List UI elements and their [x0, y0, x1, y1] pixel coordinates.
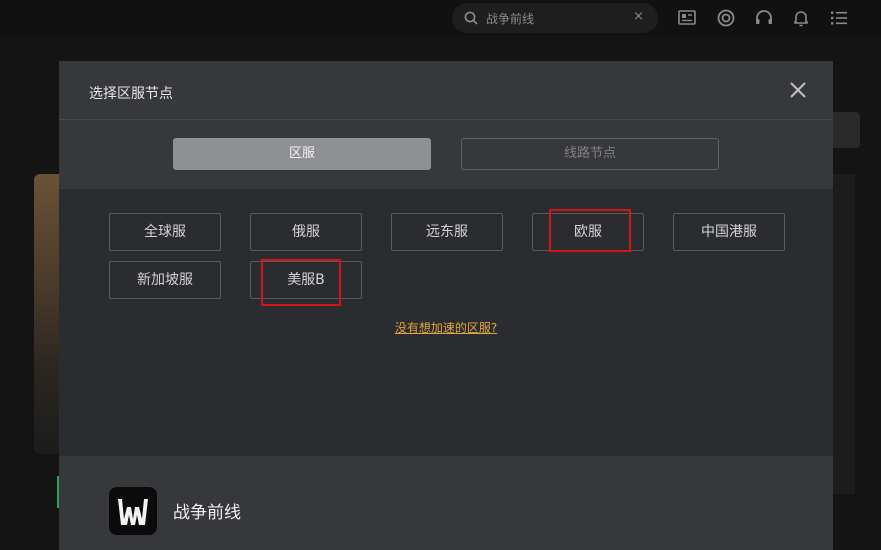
dialog-header: 选择区服节点 [59, 61, 833, 120]
headset-icon[interactable] [754, 8, 774, 28]
region-singapore-button[interactable]: 新加坡服 [109, 261, 221, 299]
region-europe-button[interactable]: 欧服 [532, 213, 644, 251]
region-select-dialog: 选择区服节点 区服 线路节点 全球服 俄服 远东服 欧服 中国港服 新加坡服 美… [59, 61, 833, 550]
menu-icon[interactable] [829, 8, 849, 28]
search-input[interactable]: 战争前线 [486, 10, 534, 27]
game-info-bar: 战争前线 [59, 456, 833, 550]
region-global-button[interactable]: 全球服 [109, 213, 221, 251]
background-panel [833, 174, 855, 494]
region-russia-button[interactable]: 俄服 [250, 213, 362, 251]
game-controller-icon[interactable] [716, 8, 736, 28]
game-logo-icon [118, 499, 148, 525]
region-us-b-button[interactable]: 美服B [250, 261, 362, 299]
clear-search-button[interactable]: × [633, 9, 644, 24]
close-icon[interactable] [789, 81, 807, 99]
tab-region[interactable]: 区服 [173, 138, 431, 170]
dialog-title: 选择区服节点 [89, 86, 173, 102]
tab-route-node[interactable]: 线路节点 [461, 138, 719, 170]
search-icon [464, 11, 478, 25]
background-button [830, 112, 860, 148]
game-logo [109, 487, 157, 535]
missing-region-link[interactable]: 没有想加速的区服? [59, 319, 833, 336]
region-list-panel: 全球服 俄服 远东服 欧服 中国港服 新加坡服 美服B 没有想加速的区服? [59, 189, 833, 456]
search-box[interactable]: 战争前线 × [452, 3, 658, 33]
game-name: 战争前线 [173, 503, 241, 523]
region-far-east-button[interactable]: 远东服 [391, 213, 503, 251]
top-bar: 战争前线 × [0, 0, 881, 36]
bell-icon[interactable] [791, 8, 811, 28]
news-icon[interactable] [677, 8, 697, 28]
region-hong-kong-button[interactable]: 中国港服 [673, 213, 785, 251]
